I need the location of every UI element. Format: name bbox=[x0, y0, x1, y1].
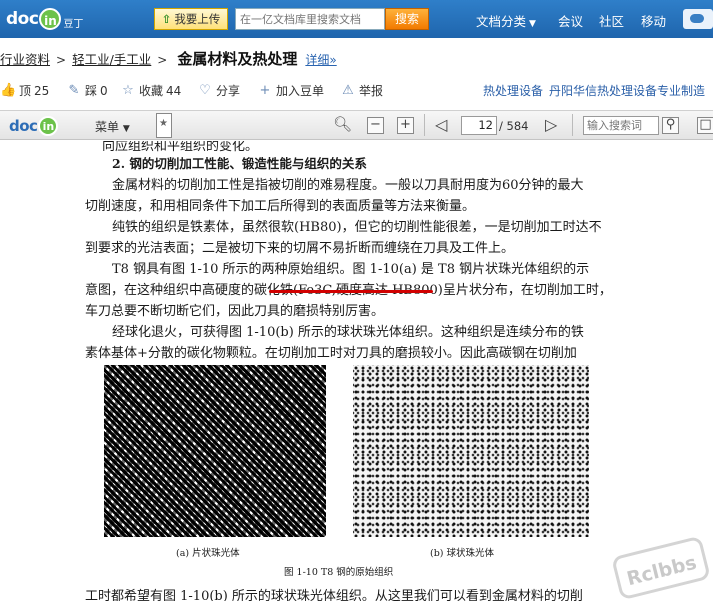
toolbar-divider bbox=[424, 114, 425, 136]
search-input[interactable] bbox=[235, 8, 385, 30]
doc-search-icon[interactable]: ⚲ bbox=[662, 117, 679, 134]
viewer-toolbar: doc in 菜单 ▼ 🔍︎ − + ◁ 12 / 584 ▷ ⚲ □ bbox=[0, 110, 713, 140]
docin-logo[interactable]: doc in 豆丁 bbox=[6, 6, 83, 32]
figure-spheroidal-pearlite bbox=[353, 365, 589, 537]
magnifier-icon[interactable]: 🔍︎ bbox=[333, 115, 352, 133]
upload-label: 我要上传 bbox=[174, 12, 221, 26]
fullscreen-icon[interactable]: □ bbox=[697, 117, 713, 134]
action-row: 👍 顶 25 ✎ 踩 0 ☆ 收藏 44 ♡ 分享 + 加入豆单 ⚠ 举报 热处… bbox=[0, 82, 713, 102]
cloud-icon[interactable] bbox=[683, 9, 713, 29]
doc-line: 素体基体+分散的碳化物颗粒。在切削加工时对刀具的磨损较小。因此高碳钢在切削加 bbox=[85, 346, 577, 361]
add-to-list-label: 加入豆单 bbox=[276, 84, 325, 98]
plus-icon: + bbox=[259, 83, 271, 98]
doc-line: 车刀总要不断切断它们，因此刀具的磨损特别厉害。 bbox=[85, 304, 385, 319]
watermark-stamp: Rclbbs bbox=[611, 535, 711, 601]
favorite-label: 收藏 bbox=[139, 84, 164, 98]
menu-label: 菜单 bbox=[95, 120, 120, 134]
breadcrumb-industry[interactable]: 行业资料 bbox=[0, 49, 50, 68]
nav-doc-category[interactable]: 文档分类 ▼ bbox=[476, 11, 536, 30]
logo-badge: in bbox=[39, 8, 62, 30]
page-total: / 584 bbox=[499, 119, 529, 133]
top-label: 顶 bbox=[19, 84, 32, 98]
viewer-logo-badge: in bbox=[38, 116, 59, 136]
top-vote-button[interactable]: 👍 顶 25 bbox=[0, 82, 49, 99]
share-button[interactable]: ♡ 分享 bbox=[197, 82, 240, 99]
logo-tag: 豆丁 bbox=[63, 18, 84, 30]
step-label: 踩 bbox=[85, 84, 98, 98]
ad-link-equipment[interactable]: 热处理设备 bbox=[483, 82, 543, 99]
breadcrumb: 行业资料 > 轻工业/手工业 > 金属材料及热处理 详细» bbox=[0, 48, 337, 68]
step-vote-button[interactable]: ✎ 踩 0 bbox=[66, 82, 108, 99]
doc-line: T8 钢具有图 1-10 所示的两种原始组织。图 1-10(a) 是 T8 钢片… bbox=[112, 262, 590, 277]
top-bar: doc in 豆丁 ⇧ 我要上传 搜索 文档分类▼ 会议 社区 移动 bbox=[0, 0, 713, 38]
star-icon: ☆ bbox=[122, 83, 134, 98]
figure-caption: 图 1-10 T8 钢的原始组织 bbox=[284, 567, 394, 578]
prev-page-icon[interactable]: ◁ bbox=[435, 115, 447, 134]
logo-text: doc bbox=[6, 9, 39, 29]
bookmark-icon[interactable] bbox=[156, 113, 172, 138]
favorite-button[interactable]: ☆ 收藏 44 bbox=[120, 82, 181, 99]
doc-line: 切削速度，和用相同条件下加工后所得到的表面质量等方法来衡量。 bbox=[85, 199, 476, 214]
viewer-logo: doc in bbox=[9, 116, 59, 136]
breadcrumb-separator: > bbox=[157, 53, 168, 67]
detail-link[interactable]: 详细» bbox=[305, 51, 336, 68]
upload-arrow-icon: ⇧ bbox=[161, 12, 172, 26]
doc-heading: 2. 钢的切削加工性能、锻造性能与组织的关系 bbox=[112, 156, 367, 171]
caption-a: (a) 片状珠光体 bbox=[176, 548, 240, 559]
breadcrumb-light-industry[interactable]: 轻工业/手工业 bbox=[72, 49, 151, 68]
doc-search-input[interactable] bbox=[583, 116, 659, 135]
nav-community[interactable]: 社区 bbox=[599, 11, 624, 30]
doc-line: 金属材料的切削加工性是指被切削的难易程度。一般以刀具耐用度为60分钟的最大 bbox=[112, 178, 584, 193]
doc-line: 到要求的光洁表面；二是被切下来的切屑不易折断而缠绕在刀具及工件上。 bbox=[85, 241, 515, 256]
doc-line: 意图，在这种组织中高硬度的碳化铁(Fe3C,硬度高达 HB800)呈片状分布，在… bbox=[85, 283, 612, 298]
toolbar-divider bbox=[572, 114, 573, 136]
add-to-list-button[interactable]: + 加入豆单 bbox=[257, 82, 324, 99]
zoom-in-icon[interactable]: + bbox=[397, 117, 414, 134]
upload-button[interactable]: ⇧ 我要上传 bbox=[154, 8, 228, 30]
viewer-logo-text: doc bbox=[9, 117, 38, 135]
next-page-icon[interactable]: ▷ bbox=[545, 115, 557, 134]
share-label: 分享 bbox=[216, 84, 241, 98]
favorite-count: 44 bbox=[166, 83, 182, 98]
nav-mobile[interactable]: 移动 bbox=[641, 11, 666, 30]
breadcrumb-separator: > bbox=[56, 53, 67, 67]
nav-meeting[interactable]: 会议 bbox=[558, 11, 583, 30]
search-button[interactable]: 搜索 bbox=[385, 8, 429, 30]
chevron-down-icon: ▼ bbox=[122, 124, 130, 134]
chevron-down-icon: ▼ bbox=[529, 19, 536, 29]
caption-b: (b) 球状珠光体 bbox=[430, 548, 495, 559]
report-label: 举报 bbox=[359, 84, 384, 98]
heart-icon: ♡ bbox=[199, 83, 211, 98]
warning-icon: ⚠ bbox=[342, 83, 354, 98]
thumbs-up-icon: 👍 bbox=[0, 83, 17, 98]
figure-lamellar-pearlite bbox=[104, 365, 326, 537]
page-title: 金属材料及热处理 bbox=[177, 50, 298, 68]
nav-doc-category-label: 文档分类 bbox=[476, 14, 527, 29]
top-count: 25 bbox=[34, 83, 50, 98]
ad-link-manufacturer[interactable]: 丹阳华信热处理设备专业制造 bbox=[549, 82, 705, 99]
red-annotation-underline bbox=[269, 290, 433, 293]
doc-line: 纯铁的组织是铁素体，虽然很软(HB80)，但它的切削性能很差，一是切削加工时达不 bbox=[112, 220, 602, 235]
page-number-input[interactable]: 12 bbox=[461, 116, 497, 135]
doc-line: 经球化退火，可获得图 1-10(b) 所示的球状珠光体组织。这种组织是连续分布的… bbox=[112, 325, 584, 340]
doc-line: 工时都希望有图 1-10(b) 所示的球状珠光体组织。从这里我们可以看到金属材料… bbox=[85, 589, 583, 601]
document-page: 向应组织和平组织的变化。 2. 钢的切削加工性能、锻造性能与组织的关系 金属材料… bbox=[82, 141, 613, 601]
thumbs-down-icon: ✎ bbox=[68, 83, 80, 98]
zoom-out-icon[interactable]: − bbox=[367, 117, 384, 134]
report-button[interactable]: ⚠ 举报 bbox=[340, 82, 383, 99]
menu-button[interactable]: 菜单 ▼ bbox=[95, 118, 130, 135]
step-count: 0 bbox=[100, 83, 108, 98]
